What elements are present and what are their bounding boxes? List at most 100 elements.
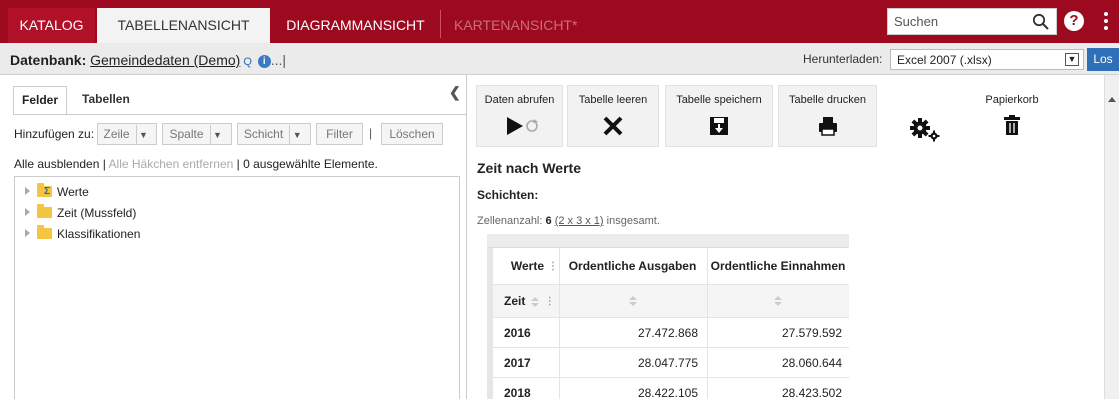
row-gutter bbox=[487, 318, 493, 348]
row-gutter bbox=[487, 378, 493, 399]
play-icon bbox=[506, 117, 538, 135]
printer-icon bbox=[818, 117, 837, 136]
tab-felder[interactable]: Felder bbox=[13, 86, 68, 115]
trash-label: Papierkorb bbox=[985, 94, 1039, 106]
layers-label: Schichten: bbox=[477, 188, 539, 202]
filter-button[interactable]: Filter bbox=[316, 123, 363, 145]
column-header-werte[interactable]: Werte ⋮ bbox=[499, 248, 558, 285]
clear-table-label: Tabelle leeren bbox=[578, 94, 648, 106]
cell-einnahmen: 28.060.644 bbox=[781, 356, 842, 370]
row-header-zeit-label: Zeit bbox=[504, 294, 526, 308]
download-format-select[interactable]: Excel 2007 (.xlsx) ▼ bbox=[890, 49, 1084, 70]
database-link[interactable]: Gemeindedaten (Demo) bbox=[90, 52, 240, 68]
row-header-zeit[interactable]: Zeit ⋮ bbox=[504, 285, 558, 318]
help-icon[interactable]: ? bbox=[1064, 11, 1084, 31]
print-table-label: Tabelle drucken bbox=[788, 94, 867, 106]
row-year: 2018 bbox=[504, 386, 531, 399]
cell-count-label: Zellenanzahl: bbox=[477, 215, 543, 227]
drag-handle-icon[interactable]: ⋮ bbox=[545, 296, 555, 306]
table-top-strip bbox=[487, 234, 849, 248]
database-more[interactable]: ...| bbox=[271, 52, 286, 68]
sort-icon[interactable] bbox=[529, 296, 541, 308]
table-panel: Daten abrufen Tabelle leeren Tabelle spe… bbox=[468, 75, 1104, 399]
folder-icon bbox=[37, 204, 52, 218]
add-to-label: Hinzufügen zu: bbox=[14, 127, 95, 141]
tab-tabellen[interactable]: Tabellen bbox=[74, 86, 138, 115]
tab-divider bbox=[13, 114, 466, 115]
database-bar: Datenbank: Gemeindedaten (Demo) Q i ...| H… bbox=[0, 43, 1119, 75]
row-gutter bbox=[487, 348, 493, 378]
expand-icon[interactable] bbox=[25, 187, 30, 195]
close-icon bbox=[603, 116, 623, 136]
info-icon[interactable]: i bbox=[257, 55, 271, 68]
cell-einnahmen: 28.423.502 bbox=[781, 386, 842, 399]
chevron-down-icon[interactable]: ▼ bbox=[1065, 53, 1079, 66]
column-header-ausgaben[interactable]: Ordentliche Ausgaben bbox=[559, 248, 706, 285]
cell-count-suffix: insgesamt. bbox=[606, 215, 660, 227]
cell-count-value: 6 bbox=[545, 215, 552, 227]
clear-table-button[interactable]: Tabelle leeren bbox=[567, 85, 659, 147]
chevron-down-icon[interactable]: ▼ bbox=[135, 125, 151, 145]
sort-ausgaben[interactable] bbox=[559, 285, 706, 318]
expand-icon[interactable] bbox=[25, 208, 30, 216]
delete-button[interactable]: Löschen bbox=[381, 123, 443, 145]
sort-icon[interactable] bbox=[627, 295, 639, 307]
add-row-label: Zeile bbox=[103, 127, 130, 141]
query-icon[interactable]: Q bbox=[243, 56, 252, 68]
tab-kartenansicht[interactable]: KARTENANSICHT* bbox=[442, 8, 602, 43]
column-header-row: Werte ⋮ Ordentliche Ausgaben Ordentliche … bbox=[487, 248, 849, 285]
row-year: 2016 bbox=[504, 326, 531, 340]
tree-item-werte[interactable]: Σ Werte bbox=[25, 183, 89, 201]
add-row-button[interactable]: Zeile ▼ bbox=[97, 123, 157, 145]
save-table-label: Tabelle speichern bbox=[676, 94, 762, 106]
download-go-button[interactable]: Los bbox=[1087, 48, 1119, 71]
cell-ausgaben: 28.422.105 bbox=[637, 386, 698, 399]
more-menu-icon[interactable] bbox=[1101, 10, 1111, 32]
tab-tabellenansicht[interactable]: TABELLENANSICHT bbox=[97, 8, 270, 43]
selection-info: Alle ausblenden | Alle Häkchen entfernen… bbox=[14, 157, 378, 171]
tree-item-klassifikationen[interactable]: Klassifikationen bbox=[25, 225, 140, 243]
add-column-button[interactable]: Spalte ▼ bbox=[162, 123, 232, 145]
gear-icon bbox=[910, 118, 940, 142]
search-input[interactable] bbox=[888, 9, 1028, 34]
chevron-down-icon[interactable]: ▼ bbox=[289, 125, 304, 145]
hide-all-link[interactable]: Alle ausblenden bbox=[14, 157, 99, 171]
vertical-scrollbar[interactable] bbox=[1104, 75, 1119, 399]
sort-einnahmen[interactable] bbox=[707, 285, 849, 318]
tab-diagrammansicht[interactable]: DIAGRAMMANSICHT bbox=[273, 8, 438, 43]
column-header-werte-label: Werte bbox=[510, 259, 544, 273]
remove-checks-link[interactable]: Alle Häkchen entfernen bbox=[109, 157, 234, 171]
row-gutter bbox=[487, 285, 493, 318]
collapse-panel-icon[interactable]: ❮ bbox=[449, 84, 461, 101]
cell-count-formula-link[interactable]: (2 x 3 x 1) bbox=[555, 215, 604, 227]
scroll-up-icon[interactable] bbox=[1108, 97, 1116, 102]
fetch-data-button[interactable]: Daten abrufen bbox=[476, 85, 563, 147]
tree-item-label: Zeit (Mussfeld) bbox=[57, 206, 137, 220]
separator: | bbox=[369, 126, 373, 140]
add-layer-button[interactable]: Schicht ▼ bbox=[237, 123, 311, 145]
print-table-button[interactable]: Tabelle drucken bbox=[778, 85, 877, 147]
column-header-einnahmen[interactable]: Ordentliche Einnahmen bbox=[707, 248, 849, 285]
tab-katalog[interactable]: KATALOG bbox=[8, 8, 95, 43]
expand-icon[interactable] bbox=[25, 229, 30, 237]
add-column-label: Spalte bbox=[169, 127, 204, 141]
search-icon[interactable] bbox=[1032, 13, 1050, 31]
trash-button[interactable]: Papierkorb bbox=[972, 85, 1052, 147]
settings-button[interactable] bbox=[886, 85, 966, 147]
drag-handle-icon[interactable]: ⋮ bbox=[548, 261, 558, 271]
fields-panel: ❮ Felder Tabellen Hinzufügen zu: Zeile ▼ … bbox=[0, 75, 467, 399]
folder-icon bbox=[37, 225, 52, 239]
chevron-down-icon[interactable]: ▼ bbox=[209, 125, 225, 145]
sort-icon[interactable] bbox=[772, 295, 784, 307]
cell-einnahmen: 27.579.592 bbox=[781, 326, 842, 340]
download-format-value: Excel 2007 (.xlsx) bbox=[897, 53, 992, 67]
table-row: 2018 28.422.105 28.423.502 bbox=[487, 378, 849, 399]
page-title: Zeit nach Werte bbox=[477, 160, 581, 176]
tab-divider bbox=[440, 10, 441, 38]
tree-item-zeit[interactable]: Zeit (Mussfeld) bbox=[25, 204, 137, 222]
trash-icon bbox=[1004, 115, 1020, 135]
row-year: 2017 bbox=[504, 356, 531, 370]
cell-count: Zellenanzahl: 6 (2 x 3 x 1) insgesamt. bbox=[477, 215, 660, 227]
save-table-button[interactable]: Tabelle speichern bbox=[665, 85, 773, 147]
cell-ausgaben: 27.472.868 bbox=[637, 326, 698, 340]
